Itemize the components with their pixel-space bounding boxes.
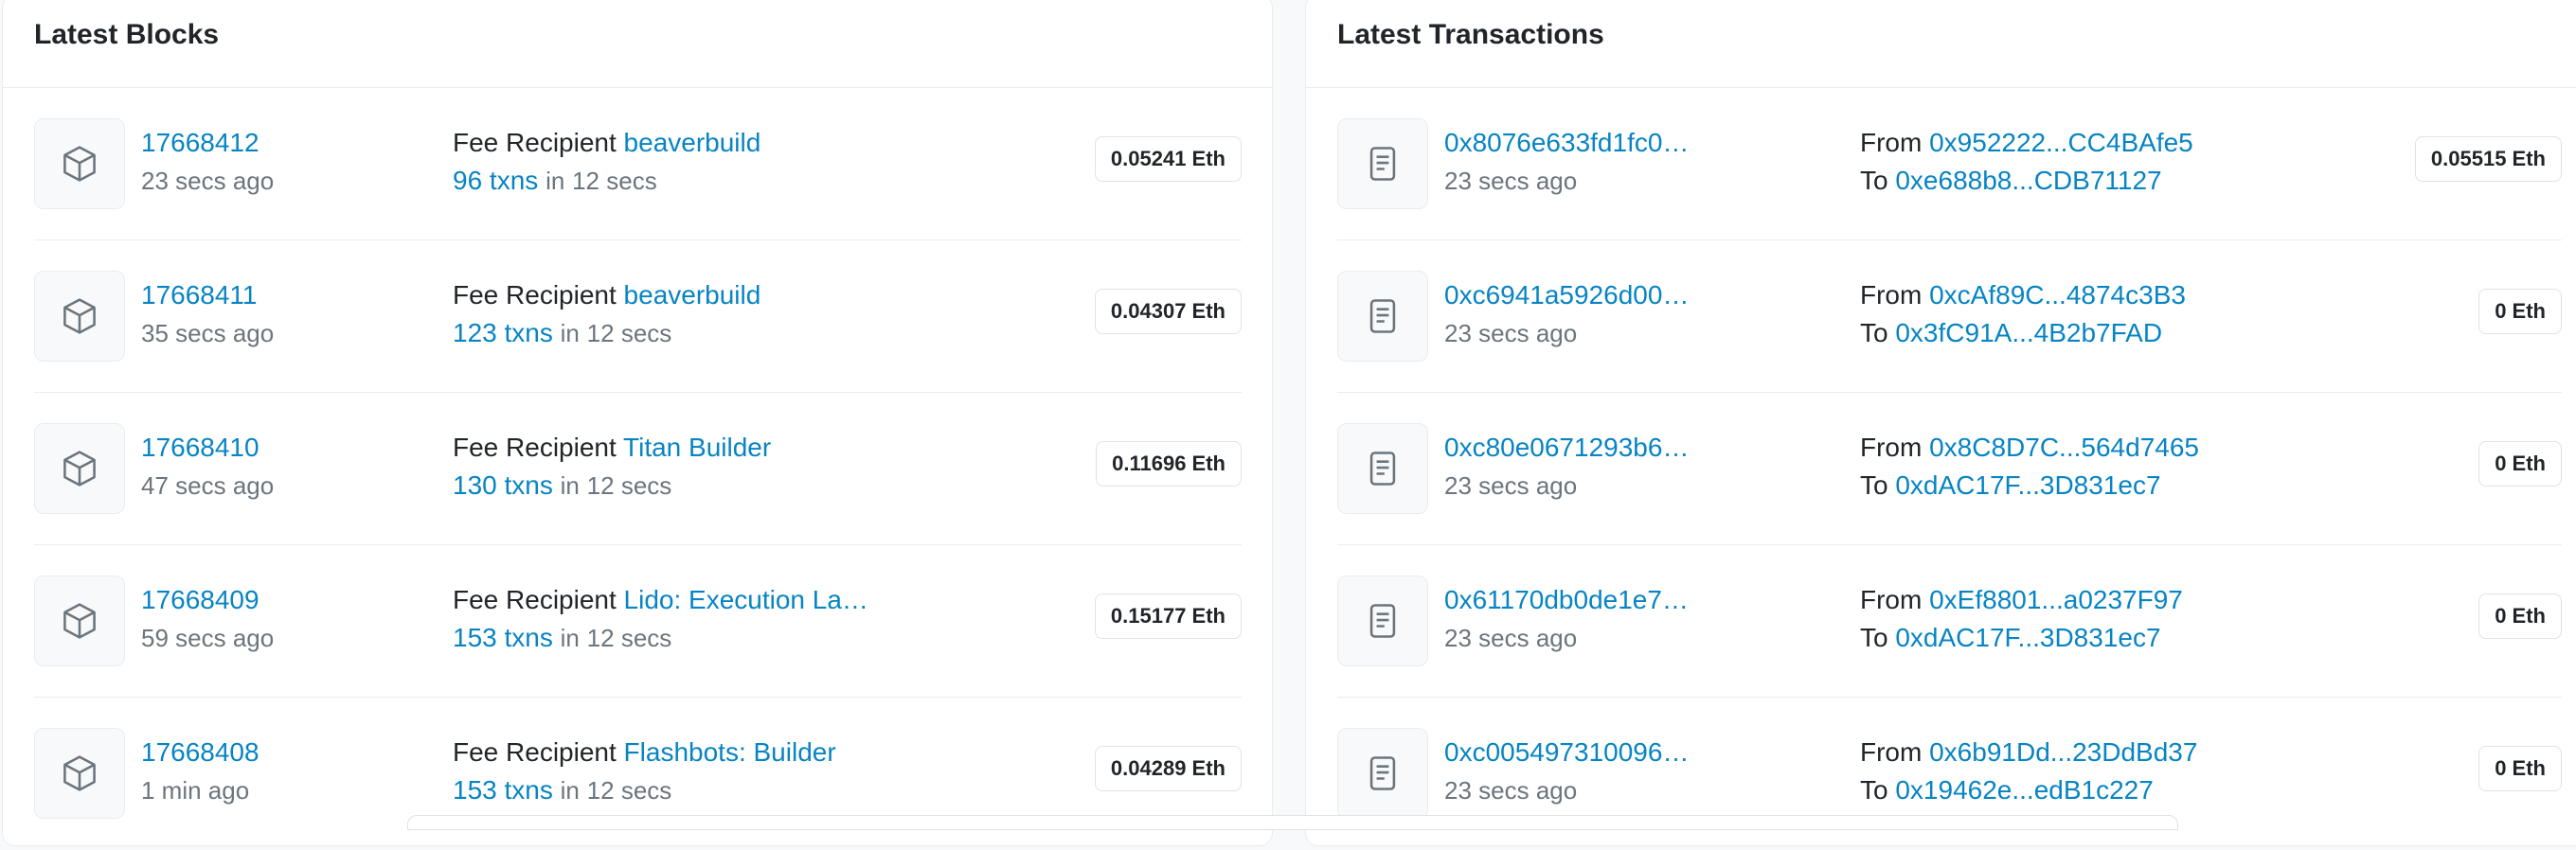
block-duration: 12 secs (572, 167, 657, 195)
txns-count-link[interactable]: 123 txns (453, 318, 553, 347)
in-label: in (546, 167, 565, 195)
block-duration: 12 secs (586, 471, 672, 500)
block-reward-badge: 0.05241 Eth (1094, 136, 1242, 182)
transaction-age: 23 secs ago (1444, 471, 1578, 500)
block-number-link[interactable]: 17668411 (141, 280, 258, 310)
cube-icon (34, 118, 125, 209)
document-icon (1337, 271, 1428, 362)
latest-blocks-panel: Latest Blocks 17668412 23 secs ago Fee R… (2, 0, 1273, 846)
from-label: From (1860, 433, 1923, 462)
transaction-row: 0xc6941a5926d00… 23 secs ago From 0xcAf8… (1337, 240, 2562, 393)
block-number-link[interactable]: 17668409 (141, 585, 259, 614)
fee-recipient-link[interactable]: beaverbuild (624, 280, 761, 310)
transaction-value-badge: 0.05515 Eth (2414, 136, 2562, 182)
cube-icon (34, 271, 125, 362)
fee-recipient-label: Fee Recipient (453, 280, 617, 310)
fee-recipient-label: Fee Recipient (453, 737, 617, 767)
block-number-link[interactable]: 17668408 (141, 737, 259, 767)
transaction-age: 23 secs ago (1444, 319, 1578, 347)
from-address-link[interactable]: 0x6b91Dd...23DdBd37 (1929, 737, 2197, 767)
block-age: 35 secs ago (141, 319, 275, 347)
block-reward-badge: 0.11696 Eth (1096, 441, 1242, 487)
from-address-link[interactable]: 0xEf8801...a0237F97 (1929, 585, 2183, 614)
from-label: From (1860, 280, 1923, 310)
document-icon (1337, 728, 1428, 819)
transaction-value-badge: 0 Eth (2478, 746, 2562, 791)
to-label: To (1860, 623, 1888, 652)
block-reward-badge: 0.04307 Eth (1094, 289, 1242, 334)
block-number-link[interactable]: 17668412 (141, 128, 259, 157)
transaction-hash-link[interactable]: 0x61170db0de1e7… (1444, 585, 1689, 614)
cube-icon (34, 576, 125, 666)
transaction-value-badge: 0 Eth (2478, 441, 2562, 487)
block-row: 17668409 59 secs ago Fee Recipient Lido:… (34, 545, 1242, 698)
transaction-age: 23 secs ago (1444, 167, 1578, 195)
txns-count-link[interactable]: 153 txns (453, 775, 553, 805)
from-label: From (1860, 128, 1923, 157)
in-label: in (560, 776, 580, 805)
document-icon (1337, 118, 1428, 209)
transaction-value-badge: 0 Eth (2478, 289, 2562, 334)
latest-blocks-title: Latest Blocks (3, 0, 1272, 88)
txns-count-link[interactable]: 96 txns (453, 166, 538, 195)
to-address-link[interactable]: 0x19462e...edB1c227 (1895, 775, 2153, 805)
transaction-hash-link[interactable]: 0x8076e633fd1fc0… (1444, 128, 1689, 157)
transaction-hash-link[interactable]: 0xc80e0671293b6… (1444, 433, 1689, 462)
in-label: in (560, 624, 580, 652)
document-icon (1337, 576, 1428, 666)
from-label: From (1860, 737, 1923, 767)
from-address-link[interactable]: 0x8C8D7C...564d7465 (1929, 433, 2199, 462)
cube-icon (34, 423, 125, 514)
fee-recipient-label: Fee Recipient (453, 433, 617, 462)
to-address-link[interactable]: 0xdAC17F...3D831ec7 (1895, 623, 2160, 652)
transaction-row: 0x8076e633fd1fc0… 23 secs ago From 0x952… (1337, 88, 2562, 240)
block-age: 1 min ago (141, 776, 250, 805)
fee-recipient-link[interactable]: Lido: Execution La… (624, 585, 868, 614)
latest-transactions-title: Latest Transactions (1306, 0, 2576, 88)
cube-icon (34, 728, 125, 819)
fee-recipient-link[interactable]: beaverbuild (624, 128, 761, 157)
block-reward-badge: 0.15177 Eth (1094, 593, 1242, 639)
transaction-value-badge: 0 Eth (2478, 593, 2562, 639)
block-age: 23 secs ago (141, 167, 275, 195)
to-label: To (1860, 775, 1888, 805)
block-row: 17668410 47 secs ago Fee Recipient Titan… (34, 393, 1242, 545)
to-label: To (1860, 166, 1888, 195)
to-address-link[interactable]: 0xe688b8...CDB71127 (1895, 166, 2161, 195)
to-address-link[interactable]: 0x3fC91A...4B2b7FAD (1895, 318, 2162, 347)
block-duration: 12 secs (586, 624, 672, 652)
block-row: 17668412 23 secs ago Fee Recipient beave… (34, 88, 1242, 240)
in-label: in (560, 319, 580, 347)
transaction-hash-link[interactable]: 0xc005497310096… (1444, 737, 1689, 767)
transaction-hash-link[interactable]: 0xc6941a5926d00… (1444, 280, 1689, 310)
fee-recipient-link[interactable]: Flashbots: Builder (624, 737, 836, 767)
latest-transactions-panel: Latest Transactions 0x8076e633fd1fc0… 23… (1305, 0, 2576, 846)
transaction-age: 23 secs ago (1444, 624, 1578, 652)
document-icon (1337, 423, 1428, 514)
block-number-link[interactable]: 17668410 (141, 433, 259, 462)
to-label: To (1860, 318, 1888, 347)
to-address-link[interactable]: 0xdAC17F...3D831ec7 (1895, 470, 2160, 500)
fee-recipient-link[interactable]: Titan Builder (623, 433, 771, 462)
from-address-link[interactable]: 0x952222...CC4BAfe5 (1929, 128, 2193, 157)
from-label: From (1860, 585, 1923, 614)
from-address-link[interactable]: 0xcAf89C...4874c3B3 (1929, 280, 2186, 310)
to-label: To (1860, 470, 1888, 500)
fee-recipient-label: Fee Recipient (453, 585, 617, 614)
block-duration: 12 secs (586, 776, 672, 805)
transaction-age: 23 secs ago (1444, 776, 1578, 805)
block-duration: 12 secs (586, 319, 672, 347)
fee-recipient-label: Fee Recipient (453, 128, 617, 157)
transaction-row: 0x61170db0de1e7… 23 secs ago From 0xEf88… (1337, 545, 2562, 698)
transaction-row: 0xc80e0671293b6… 23 secs ago From 0x8C8D… (1337, 393, 2562, 545)
block-age: 47 secs ago (141, 471, 275, 500)
bottom-popup-edge (407, 815, 2178, 830)
block-row: 17668411 35 secs ago Fee Recipient beave… (34, 240, 1242, 393)
txns-count-link[interactable]: 130 txns (453, 470, 553, 500)
block-reward-badge: 0.04289 Eth (1094, 746, 1242, 791)
in-label: in (560, 471, 580, 500)
block-age: 59 secs ago (141, 624, 275, 652)
txns-count-link[interactable]: 153 txns (453, 623, 553, 652)
